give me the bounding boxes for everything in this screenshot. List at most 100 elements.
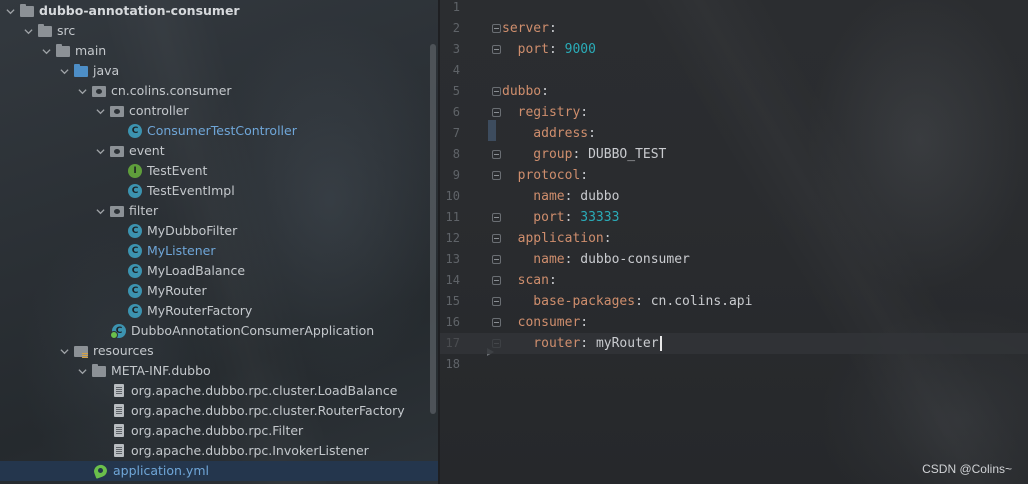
tree-item-resources[interactable]: resources <box>0 341 438 361</box>
tree-item-application-yml[interactable]: application.yml <box>0 461 438 481</box>
tree-item-my-listener[interactable]: C MyListener <box>0 241 438 261</box>
tree-item-file-router-factory[interactable]: org.apache.dubbo.rpc.cluster.RouterFacto… <box>0 401 438 421</box>
yaml-separator: : <box>580 168 589 183</box>
fold-collapse-icon[interactable] <box>492 318 501 327</box>
tree-scrollbar[interactable] <box>430 44 436 414</box>
tree-item-test-event-impl[interactable]: C TestEventImpl <box>0 181 438 201</box>
tree-item-controller[interactable]: controller <box>0 101 438 121</box>
code-line[interactable]: registry: <box>502 102 588 123</box>
line-number: 7 <box>452 126 460 140</box>
yaml-separator: : <box>580 315 589 330</box>
tree-item-my-router[interactable]: C MyRouter <box>0 281 438 301</box>
project-tree-panel: dubbo-annotation-consumer src main java … <box>0 0 438 484</box>
code-editor[interactable]: 123456789101112131415161718 server: port… <box>440 0 1028 484</box>
tree-item-my-router-factory[interactable]: C MyRouterFactory <box>0 301 438 321</box>
tree-item-label: dubbo-annotation-consumer <box>39 3 240 18</box>
fold-end-icon[interactable] <box>492 255 501 264</box>
chevron-down-icon[interactable] <box>58 345 70 357</box>
fold-end-icon[interactable] <box>492 297 501 306</box>
folder-icon <box>92 364 106 378</box>
code-line[interactable]: scan: <box>502 270 557 291</box>
tree-item-main[interactable]: main <box>0 41 438 61</box>
fold-end-icon[interactable] <box>492 45 501 54</box>
tree-item-file-filter[interactable]: org.apache.dubbo.rpc.Filter <box>0 421 438 441</box>
code-line[interactable]: group: DUBBO_TEST <box>502 144 666 165</box>
class-icon: C <box>128 224 142 238</box>
yaml-key: server <box>502 21 549 36</box>
yaml-value: dubbo <box>580 189 620 204</box>
fold-collapse-icon[interactable] <box>492 87 501 96</box>
yaml-value: 33333 <box>580 210 620 225</box>
folder-icon <box>20 4 34 18</box>
chevron-down-icon[interactable] <box>94 105 106 117</box>
code-line[interactable]: port: 33333 <box>502 207 619 228</box>
tree-item-meta-inf-dubbo[interactable]: META-INF.dubbo <box>0 361 438 381</box>
tree-item-label: TestEvent <box>147 163 208 178</box>
tree-item-label: MyDubboFilter <box>147 223 238 238</box>
chevron-down-icon[interactable] <box>4 5 16 17</box>
tree-item-root[interactable]: dubbo-annotation-consumer <box>0 1 438 21</box>
code-line[interactable]: address: <box>502 123 596 144</box>
code-line[interactable]: base-packages: cn.colins.api <box>502 291 752 312</box>
line-number: 2 <box>452 21 460 35</box>
tree-item-file-load-balance[interactable]: org.apache.dubbo.rpc.cluster.LoadBalance <box>0 381 438 401</box>
code-line[interactable]: name: dubbo <box>502 186 619 207</box>
class-icon: C <box>128 304 142 318</box>
code-line[interactable]: server: <box>502 18 557 39</box>
chevron-down-icon[interactable] <box>94 205 106 217</box>
tree-item-label: application.yml <box>113 463 209 478</box>
yaml-separator: : <box>580 105 589 120</box>
line-number: 1 <box>452 0 460 14</box>
tree-item-label: event <box>129 143 165 158</box>
code-line[interactable]: dubbo: <box>502 81 549 102</box>
fold-collapse-icon[interactable] <box>492 171 501 180</box>
tree-item-my-load-balance[interactable]: C MyLoadBalance <box>0 261 438 281</box>
tree-item-event[interactable]: event <box>0 141 438 161</box>
tree-item-my-dubbo-filter[interactable]: C MyDubboFilter <box>0 221 438 241</box>
fold-collapse-icon[interactable] <box>492 276 501 285</box>
chevron-down-icon[interactable] <box>76 85 88 97</box>
watermark: CSDN @Colins~ <box>922 462 1012 476</box>
chevron-down-icon[interactable] <box>22 25 34 37</box>
line-number: 9 <box>452 168 460 182</box>
line-number: 11 <box>445 210 460 224</box>
yaml-key: address <box>502 126 589 141</box>
yaml-separator: : <box>548 42 565 57</box>
tree-item-consumer-test-controller[interactable]: C ConsumerTestController <box>0 121 438 141</box>
yaml-separator: : <box>541 84 549 99</box>
tree-item-package-consumer[interactable]: cn.colins.consumer <box>0 81 438 101</box>
tree-item-filter[interactable]: filter <box>0 201 438 221</box>
tree-item-application-class[interactable]: C DubboAnnotationConsumerApplication <box>0 321 438 341</box>
chevron-down-icon[interactable] <box>76 365 88 377</box>
chevron-down-icon[interactable] <box>58 65 70 77</box>
tree-item-src[interactable]: src <box>0 21 438 41</box>
yaml-value: cn.colins.api <box>650 294 753 309</box>
yaml-key: scan <box>502 273 549 288</box>
tree-item-label: java <box>93 63 120 78</box>
fold-end-icon[interactable] <box>492 150 501 159</box>
tree-item-label: MyRouterFactory <box>147 303 253 318</box>
yaml-separator: : <box>635 294 651 309</box>
line-number: 4 <box>452 63 460 77</box>
code-line[interactable]: router: myRouter <box>440 333 1028 354</box>
code-line[interactable]: consumer: <box>502 312 588 333</box>
chevron-down-icon[interactable] <box>40 45 52 57</box>
yaml-key: registry <box>502 105 581 120</box>
tree-item-label: resources <box>93 343 154 358</box>
chevron-down-icon[interactable] <box>94 145 106 157</box>
code-line[interactable]: application: <box>502 228 612 249</box>
yaml-key: port <box>502 210 565 225</box>
fold-end-icon[interactable] <box>492 213 501 222</box>
tree-item-test-event[interactable]: I TestEvent <box>0 161 438 181</box>
tree-item-file-invoker-listener[interactable]: org.apache.dubbo.rpc.InvokerListener <box>0 441 438 461</box>
yaml-separator: : <box>564 252 581 267</box>
tree-item-java[interactable]: java <box>0 61 438 81</box>
line-number: 12 <box>445 231 460 245</box>
line-number: 3 <box>452 42 460 56</box>
fold-collapse-icon[interactable] <box>492 108 501 117</box>
fold-collapse-icon[interactable] <box>492 24 501 33</box>
fold-collapse-icon[interactable] <box>492 234 501 243</box>
code-line[interactable]: port: 9000 <box>502 39 596 60</box>
code-line[interactable]: protocol: <box>502 165 588 186</box>
code-line[interactable]: name: dubbo-consumer <box>502 249 690 270</box>
